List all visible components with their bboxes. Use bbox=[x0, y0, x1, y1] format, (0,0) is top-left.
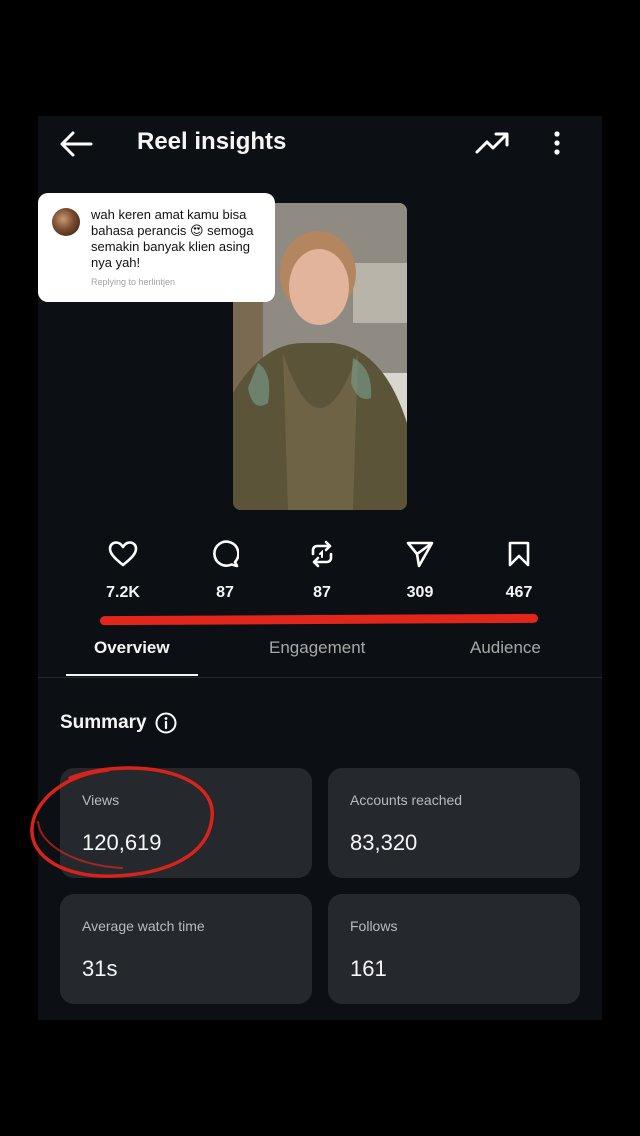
heart-icon bbox=[108, 541, 138, 567]
stat-saves[interactable]: 467 bbox=[479, 540, 559, 602]
summary-card-accounts-reached[interactable]: Accounts reached 83,320 bbox=[328, 768, 580, 878]
stat-value: 309 bbox=[406, 584, 434, 601]
tab-overview[interactable]: Overview bbox=[94, 638, 170, 658]
active-tab-indicator bbox=[66, 674, 198, 676]
tab-engagement[interactable]: Engagement bbox=[269, 638, 365, 658]
more-vertical-icon[interactable] bbox=[550, 130, 564, 156]
repost-icon bbox=[311, 540, 333, 568]
comment-icon bbox=[213, 540, 239, 568]
trending-up-icon[interactable] bbox=[474, 130, 510, 156]
commenter-avatar bbox=[52, 208, 80, 236]
arrow-left-icon[interactable] bbox=[58, 130, 94, 158]
stat-value: 87 bbox=[216, 584, 234, 601]
red-circle-annotation bbox=[30, 766, 214, 878]
card-value: 31s bbox=[82, 956, 118, 981]
card-label: Average watch time bbox=[82, 918, 205, 934]
card-value: 83,320 bbox=[350, 830, 418, 855]
summary-card-follows[interactable]: Follows 161 bbox=[328, 894, 580, 1004]
stat-comments[interactable]: 87 bbox=[185, 540, 265, 602]
stat-reposts[interactable]: 87 bbox=[282, 540, 362, 602]
tab-audience[interactable]: Audience bbox=[470, 638, 541, 658]
stat-value: 467 bbox=[505, 584, 533, 601]
stat-value: 87 bbox=[313, 584, 331, 601]
share-icon bbox=[406, 541, 434, 568]
summary-card-average-watch-time[interactable]: Average watch time 31s bbox=[60, 894, 312, 1004]
comment-reply-card[interactable]: wah keren amat kamu bisa bahasa perancis… bbox=[38, 193, 275, 302]
page-title: Reel insights bbox=[137, 128, 287, 155]
tab-divider bbox=[38, 677, 602, 678]
comment-text: wah keren amat kamu bisa bahasa perancis… bbox=[91, 207, 254, 270]
card-label: Accounts reached bbox=[350, 792, 463, 808]
stat-shares[interactable]: 309 bbox=[380, 540, 460, 602]
stat-likes[interactable]: 7.2K bbox=[83, 540, 163, 602]
card-value: 161 bbox=[350, 956, 387, 981]
comment-reply-note: Replying to herlintjen bbox=[91, 277, 176, 287]
stat-value: 7.2K bbox=[106, 584, 140, 601]
card-label: Follows bbox=[350, 918, 398, 934]
summary-title: Summary bbox=[60, 712, 147, 733]
info-icon[interactable] bbox=[155, 712, 177, 734]
bookmark-icon bbox=[508, 541, 530, 567]
